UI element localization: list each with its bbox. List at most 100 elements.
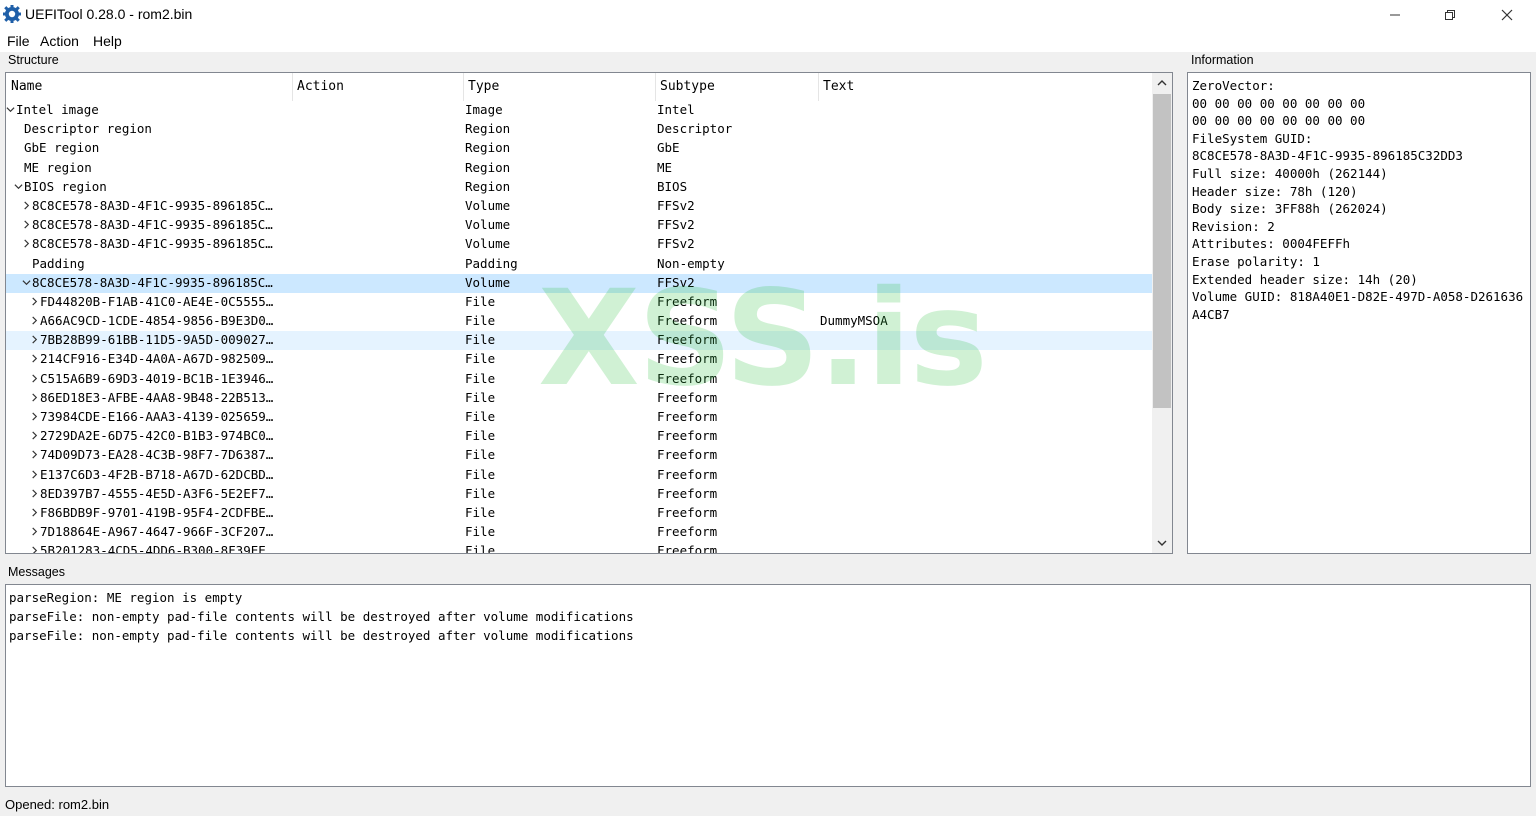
- collapsed-arrow-icon[interactable]: [30, 354, 39, 363]
- menu-action[interactable]: Action: [40, 33, 79, 49]
- tree-row[interactable]: 2729DA2E-6D75-42C0-B1B3-974BC0… File Freef…: [6, 427, 1152, 446]
- column-separator[interactable]: [655, 73, 656, 101]
- tree-expander[interactable]: [30, 315, 40, 328]
- expanded-arrow-icon[interactable]: [14, 182, 23, 191]
- tree-row[interactable]: 7D18864E-A967-4647-966F-3CF207… File Freef…: [6, 523, 1152, 542]
- tree-expander[interactable]: [22, 277, 32, 290]
- collapsed-arrow-icon[interactable]: [30, 470, 39, 479]
- tree-expander[interactable]: [30, 449, 40, 462]
- tree-row[interactable]: 7BB28B99-61BB-11D5-9A5D-009027… File Freef…: [6, 331, 1152, 351]
- collapsed-arrow-icon[interactable]: [30, 335, 39, 344]
- collapsed-arrow-icon[interactable]: [30, 316, 39, 325]
- tree-row[interactable]: Padding Padding Non-empty: [6, 255, 1152, 274]
- tree-row[interactable]: 8C8CE578-8A3D-4F1C-9935-896185C… Volume FF…: [6, 197, 1152, 216]
- expanded-arrow-icon[interactable]: [22, 278, 31, 287]
- message-line[interactable]: parseFile: non-empty pad-file contents w…: [9, 626, 1527, 645]
- tree-expander[interactable]: [22, 200, 32, 213]
- collapsed-arrow-icon[interactable]: [30, 546, 39, 554]
- tree-expander[interactable]: [22, 238, 32, 251]
- tree-expander[interactable]: [30, 469, 40, 482]
- tree-cell-type: File: [465, 332, 496, 348]
- column-header-type[interactable]: Type: [468, 79, 499, 99]
- tree-expander[interactable]: [30, 545, 40, 554]
- collapsed-arrow-icon[interactable]: [30, 297, 39, 306]
- column-header-subtype[interactable]: Subtype: [660, 79, 715, 99]
- tree-cell-subtype: Freeform: [657, 409, 718, 424]
- minimize-button[interactable]: [1367, 0, 1423, 30]
- tree-cell-type: File: [465, 543, 496, 554]
- tree-row[interactable]: 73984CDE-E166-AAA3-4139-025659… File Freef…: [6, 408, 1152, 427]
- tree-row[interactable]: 8C8CE578-8A3D-4F1C-9935-896185C… Volume FF…: [6, 216, 1152, 235]
- tree-expander[interactable]: [30, 430, 40, 443]
- column-header-text[interactable]: Text: [823, 79, 854, 99]
- column-separator[interactable]: [292, 73, 293, 101]
- collapsed-arrow-icon[interactable]: [22, 220, 31, 229]
- tree-row[interactable]: ME region Region ME: [6, 159, 1152, 178]
- scroll-down-button[interactable]: [1152, 533, 1172, 553]
- tree-row[interactable]: FD44820B-F1AB-41C0-AE4E-0C5555… File Freef…: [6, 293, 1152, 312]
- tree-row[interactable]: F86BDB9F-9701-419B-95F4-2CDFBE… File Freef…: [6, 504, 1152, 523]
- tree-row[interactable]: Descriptor region Region Descriptor: [6, 120, 1152, 139]
- tree-row[interactable]: A66AC9CD-1CDE-4854-9856-B9E3D0… File Freef…: [6, 312, 1152, 331]
- uefitool-gear-icon: [3, 5, 21, 23]
- menu-help[interactable]: Help: [93, 33, 122, 49]
- collapsed-arrow-icon[interactable]: [30, 412, 39, 421]
- tree-item-name: C515A6B9-69D3-4019-BC1B-1E3946…: [40, 370, 274, 386]
- tree-row[interactable]: 8C8CE578-8A3D-4F1C-9935-896185C… Volume FF…: [6, 235, 1152, 254]
- tree-expander[interactable]: [6, 104, 16, 117]
- collapsed-arrow-icon[interactable]: [30, 393, 39, 402]
- restore-button[interactable]: [1422, 0, 1478, 30]
- tree-row[interactable]: 214CF916-E34D-4A0A-A67D-982509… File Freef…: [6, 350, 1152, 369]
- tree-cell-subtype: Freeform: [657, 332, 718, 348]
- column-header-name[interactable]: Name: [11, 79, 42, 99]
- tree-expander[interactable]: [30, 373, 40, 386]
- tree-row[interactable]: 5B201283-4CD5-4DD6-B300-8F39EE… File Freef…: [6, 542, 1152, 554]
- messages-list[interactable]: parseRegion: ME region is empty parseFile…: [5, 584, 1531, 787]
- tree-scrollbar[interactable]: [1152, 73, 1172, 553]
- column-separator[interactable]: [463, 73, 464, 101]
- menu-file[interactable]: File: [7, 33, 30, 49]
- scroll-thumb[interactable]: [1153, 94, 1171, 408]
- tree-row[interactable]: 8C8CE578-8A3D-4F1C-9935-896185C… Volume FF…: [6, 273, 1152, 293]
- close-button[interactable]: [1479, 0, 1535, 30]
- tree-expander[interactable]: [30, 488, 40, 501]
- expanded-arrow-icon[interactable]: [6, 105, 15, 114]
- tree-cell-name: BIOS region: [6, 179, 292, 194]
- tree-row[interactable]: 86ED18E3-AFBE-4AA8-9B48-22B513… File Freef…: [6, 389, 1152, 408]
- message-line[interactable]: parseRegion: ME region is empty: [9, 588, 1527, 607]
- message-line[interactable]: parseFile: non-empty pad-file contents w…: [9, 607, 1527, 626]
- scroll-up-button[interactable]: [1152, 73, 1172, 93]
- collapsed-arrow-icon[interactable]: [30, 374, 39, 383]
- collapsed-arrow-icon[interactable]: [30, 431, 39, 440]
- tree-cell-name: Padding: [6, 256, 292, 271]
- tree-cell-type: Padding: [465, 255, 518, 271]
- tree-expander[interactable]: [30, 353, 40, 366]
- tree-expander[interactable]: [30, 411, 40, 424]
- tree-row[interactable]: 74D09D73-EA28-4C3B-98F7-7D6387… File Freef…: [6, 446, 1152, 465]
- column-separator[interactable]: [818, 73, 819, 101]
- structure-tree[interactable]: Name Action Type Subtype Text Intel imag…: [5, 72, 1173, 554]
- tree-item-name: 214CF916-E34D-4A0A-A67D-982509…: [40, 351, 274, 367]
- collapsed-arrow-icon[interactable]: [30, 508, 39, 517]
- tree-row[interactable]: E137C6D3-4F2B-B718-A67D-62DCBD… File Freef…: [6, 466, 1152, 485]
- tree-expander[interactable]: [30, 392, 40, 405]
- tree-row[interactable]: Intel image Image Intel: [6, 101, 1152, 120]
- tree-expander[interactable]: [30, 526, 40, 539]
- tree-row[interactable]: GbE region Region GbE: [6, 139, 1152, 158]
- tree-expander[interactable]: [30, 507, 40, 520]
- tree-row[interactable]: BIOS region Region BIOS: [6, 178, 1152, 197]
- status-bar-text: Opened: rom2.bin: [5, 797, 110, 812]
- tree-expander[interactable]: [22, 219, 32, 232]
- column-header-action[interactable]: Action: [297, 79, 344, 99]
- tree-expander[interactable]: [30, 296, 40, 309]
- tree-row[interactable]: C515A6B9-69D3-4019-BC1B-1E3946… File Freef…: [6, 370, 1152, 389]
- collapsed-arrow-icon[interactable]: [22, 239, 31, 248]
- tree-expander[interactable]: [14, 181, 24, 194]
- information-panel[interactable]: ZeroVector: 00 00 00 00 00 00 00 00 00 0…: [1187, 72, 1531, 554]
- tree-row[interactable]: 8ED397B7-4555-4E5D-A3F6-5E2EF7… File Freef…: [6, 485, 1152, 504]
- collapsed-arrow-icon[interactable]: [30, 527, 39, 536]
- tree-expander[interactable]: [30, 334, 40, 347]
- collapsed-arrow-icon[interactable]: [22, 201, 31, 210]
- collapsed-arrow-icon[interactable]: [30, 489, 39, 498]
- collapsed-arrow-icon[interactable]: [30, 450, 39, 459]
